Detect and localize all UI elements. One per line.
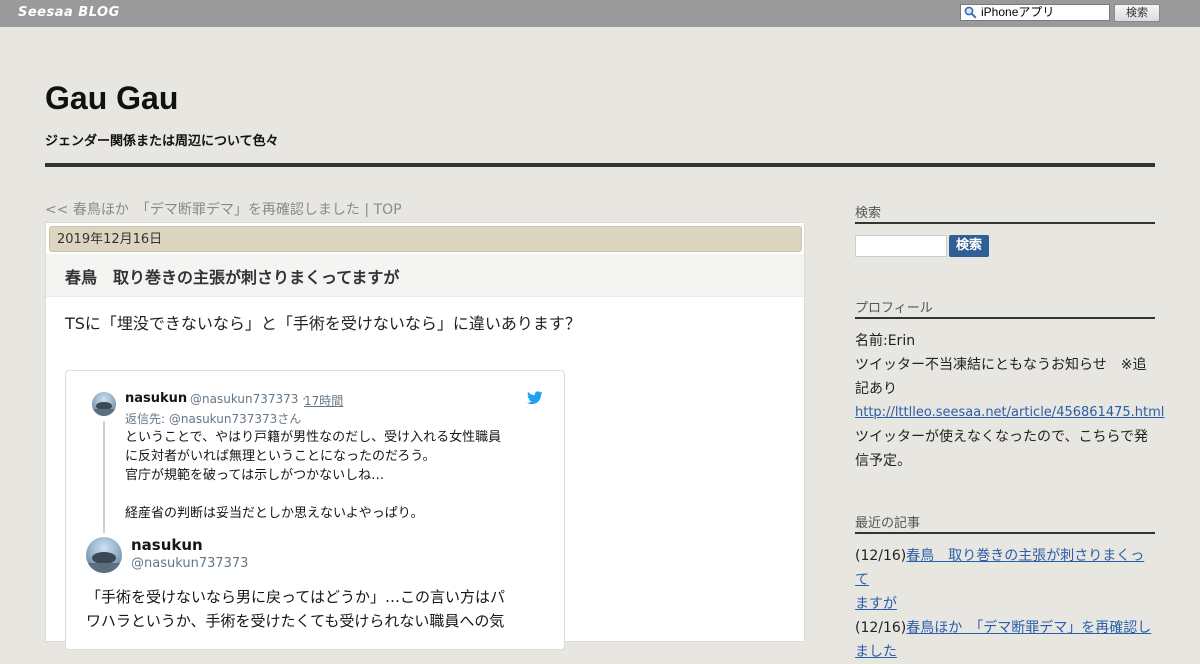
top-bar: Seesaa BLOG iPhoneアプリ 検索 <box>0 0 1200 27</box>
top-search-input[interactable]: iPhoneアプリ <box>960 4 1110 21</box>
thread-line <box>103 421 105 533</box>
avatar[interactable] <box>92 392 116 416</box>
profile-note: 信予定。 <box>855 453 911 469</box>
profile-note: 記あり <box>855 381 897 397</box>
recent-article-link[interactable]: ました <box>855 640 1155 664</box>
profile-link[interactable]: http://lttlleo.seesaa.net/article/456861… <box>855 401 1164 425</box>
recent-article-date: (12/16) <box>855 548 907 564</box>
sidebar-divider <box>855 317 1155 319</box>
recent-article-date: (12/16) <box>855 620 907 636</box>
sidebar-search-heading: 検索 <box>855 206 882 221</box>
main-tweet-line: ワハラというか、手術を受けたくても受けられない職員への気 <box>86 612 505 630</box>
recent-article-item: (12/16)春鳥ほか 「デマ断罪デマ」を再確認し <box>855 616 1155 640</box>
reply-author-handle: @nasukun737373 · <box>190 392 306 406</box>
bird-photo-icon <box>92 402 116 416</box>
avatar[interactable] <box>86 537 122 573</box>
profile-note: ツイッターが使えなくなったので、こちらで発 <box>855 429 1149 445</box>
reply-line: に反対者がいれば無理ということになったのだろう。 <box>125 449 436 464</box>
site-description: ジェンダー関係または周辺について色々 <box>45 134 279 149</box>
reply-line <box>125 485 545 504</box>
reply-handle-text: @nasukun737373 <box>190 392 299 406</box>
article-date: 2019年12月16日 <box>49 226 802 252</box>
sidebar-search-button[interactable]: 検索 <box>949 235 989 257</box>
recent-article-item: (12/16)春鳥 取り巻きの主張が刺さりまくって <box>855 544 1155 592</box>
profile-note: ツイッター不当凍結にともなうお知らせ ※追 <box>855 357 1147 373</box>
main-author-name[interactable]: nasukun <box>131 536 203 554</box>
reply-to: 返信先: @nasukun737373さん <box>125 412 302 426</box>
reply-line: ということで、やはり戸籍が男性なのだし、受け入れる女性職員 <box>125 430 502 445</box>
reply-timestamp[interactable]: 17時間 <box>304 392 343 409</box>
seesaa-blog-logo[interactable]: Seesaa BLOG <box>18 5 120 20</box>
reply-line: 経産省の判断は妥当だとしか思えないよやっぱり。 <box>125 506 424 521</box>
top-search-value: iPhoneアプリ <box>981 5 1055 19</box>
sidebar-profile-heading: プロフィール <box>855 301 933 316</box>
article: 2019年12月16日 春鳥 取り巻きの主張が刺さりまくってますが TSに「埋没… <box>45 222 805 650</box>
article-title-band: 春鳥 取り巻きの主張が刺さりまくってますが <box>46 254 804 297</box>
profile-content: 名前:Erin ツイッター不当凍結にともなうお知らせ ※追 記あり http:/… <box>855 329 1164 473</box>
main-tweet-body: 「手術を受けないなら男に戻ってはどうか」…この言い方はパ ワハラというか、手術を… <box>86 585 556 633</box>
nav-separator: | <box>359 202 374 218</box>
main-tweet-line: 「手術を受けないなら男に戻ってはどうか」…この言い方はパ <box>86 588 505 606</box>
sidebar-search-input[interactable] <box>855 235 947 257</box>
magnifier-icon <box>964 6 977 19</box>
header-divider <box>45 163 1155 167</box>
reply-line: 官庁が規範を破っては示しがつかないしね… <box>125 468 385 483</box>
sidebar-divider <box>855 532 1155 534</box>
recent-article-link[interactable]: ますが <box>855 592 1155 616</box>
profile-name: 名前:Erin <box>855 333 916 349</box>
top-search-button[interactable]: 検索 <box>1114 4 1160 22</box>
embedded-tweet[interactable]: nasukun @nasukun737373 · 17時間 返信先: @nasu… <box>65 370 565 650</box>
reply-author-name[interactable]: nasukun <box>125 391 187 406</box>
article-title[interactable]: 春鳥 取り巻きの主張が刺さりまくってますが <box>65 264 399 288</box>
site-title[interactable]: Gau Gau <box>45 80 178 117</box>
sidebar-divider <box>855 222 1155 224</box>
sidebar-recent-heading: 最近の記事 <box>855 516 921 531</box>
article-lead: TSに「埋没できないなら」と「手術を受けないなら」に違いあります？ <box>65 314 581 333</box>
twitter-bird-icon[interactable] <box>527 391 543 405</box>
prev-article-link[interactable]: << 春鳥ほか 「デマ断罪デマ」を再確認しました <box>45 202 360 218</box>
main-author-handle[interactable]: @nasukun737373 <box>131 556 248 571</box>
article-nav: << 春鳥ほか 「デマ断罪デマ」を再確認しました | TOP <box>45 199 402 219</box>
recent-articles-list: (12/16)春鳥 取り巻きの主張が刺さりまくって ますが (12/16)春鳥ほ… <box>855 544 1155 664</box>
reply-body: ということで、やはり戸籍が男性なのだし、受け入れる女性職員 に反対者がいれば無理… <box>125 428 545 523</box>
top-link[interactable]: TOP <box>374 202 402 218</box>
recent-article-link[interactable]: 春鳥ほか 「デマ断罪デマ」を再確認し <box>906 620 1151 636</box>
bird-photo-icon <box>86 552 122 573</box>
